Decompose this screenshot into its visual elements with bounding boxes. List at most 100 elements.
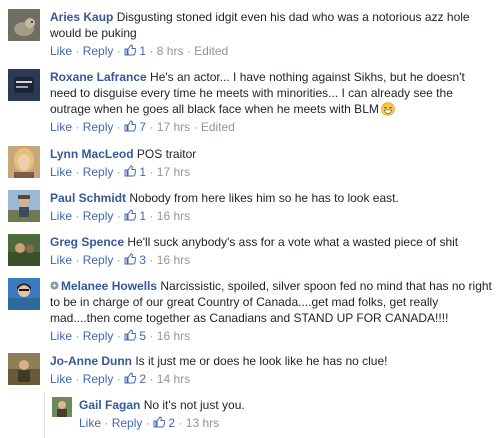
reply-button[interactable]: Reply: [83, 120, 114, 134]
comment: Melanee Howells Narcissistic, spoiled, s…: [8, 278, 493, 344]
thumbs-up-icon[interactable]: [124, 165, 137, 177]
separator: ·: [186, 44, 191, 58]
reply-button[interactable]: Reply: [83, 44, 114, 58]
comment-actions: Like · Reply · 5 · 16 hrs: [50, 328, 493, 344]
comment: Aries Kaup Disgusting stoned idgit even …: [8, 9, 493, 59]
like-button[interactable]: Like: [50, 329, 72, 343]
like-button[interactable]: Like: [50, 253, 72, 267]
reply-button[interactable]: Reply: [112, 416, 143, 430]
like-button[interactable]: Like: [50, 44, 72, 58]
reply-comment: Gail Fagan No it's not just you. Like · …: [52, 397, 493, 431]
avatar[interactable]: [8, 278, 40, 310]
like-count[interactable]: 1: [139, 44, 146, 58]
thumbs-up-icon[interactable]: [124, 372, 137, 384]
timestamp[interactable]: 14 hrs: [157, 372, 190, 386]
commenter-name[interactable]: Lynn MacLeod: [50, 147, 134, 161]
separator: ·: [75, 253, 80, 267]
separator: ·: [104, 416, 109, 430]
like-count[interactable]: 1: [139, 209, 146, 223]
timestamp[interactable]: 13 hrs: [186, 416, 219, 430]
like-button[interactable]: Like: [79, 416, 101, 430]
like-count[interactable]: 5: [139, 329, 146, 343]
comment-actions: Like · Reply · 1 · 8 hrs · Edited: [50, 43, 493, 59]
separator: ·: [149, 253, 154, 267]
commenter-name[interactable]: Jo-Anne Dunn: [50, 354, 132, 368]
comment: Jo-Anne Dunn Is it just me or does he lo…: [8, 353, 493, 387]
like-count[interactable]: 7: [139, 120, 146, 134]
comment-text: Disgusting stoned idgit even his dad who…: [50, 10, 470, 40]
comment: Paul Schmidt Nobody from here likes him …: [8, 190, 493, 224]
timestamp[interactable]: 16 hrs: [157, 329, 190, 343]
separator: ·: [149, 120, 154, 134]
separator: ·: [75, 165, 80, 179]
comment-actions: Like · Reply · 7 · 17 hrs · Edited: [50, 119, 493, 135]
thumbs-up-icon[interactable]: [124, 209, 137, 221]
commenter-name[interactable]: Gail Fagan: [79, 398, 140, 412]
like-count[interactable]: 1: [139, 165, 146, 179]
commenter-name[interactable]: Aries Kaup: [50, 10, 113, 24]
timestamp[interactable]: 8 hrs: [157, 44, 184, 58]
comment: Roxane Lafrance He's an actor... I have …: [8, 69, 493, 135]
separator: ·: [149, 209, 154, 223]
comment-actions: Like · Reply · 2 · 14 hrs: [50, 371, 493, 387]
timestamp[interactable]: 16 hrs: [157, 253, 190, 267]
separator: ·: [116, 372, 121, 386]
edited-label[interactable]: Edited: [201, 120, 235, 134]
separator: ·: [75, 372, 80, 386]
like-count[interactable]: 2: [168, 416, 175, 430]
follow-icon: [50, 278, 59, 290]
thumbs-up-icon[interactable]: [124, 44, 137, 56]
thumbs-up-icon[interactable]: [124, 329, 137, 341]
reply-button[interactable]: Reply: [83, 165, 114, 179]
edited-label[interactable]: Edited: [194, 44, 228, 58]
reply-button[interactable]: Reply: [83, 253, 114, 267]
avatar[interactable]: [8, 234, 40, 266]
like-button[interactable]: Like: [50, 165, 72, 179]
timestamp[interactable]: 17 hrs: [157, 165, 190, 179]
like-button[interactable]: Like: [50, 120, 72, 134]
avatar[interactable]: [8, 353, 40, 385]
comment-actions: Like · Reply · 2 · 13 hrs: [79, 415, 493, 431]
comment-actions: Like · Reply · 1 · 17 hrs: [50, 164, 493, 180]
like-count[interactable]: 3: [139, 253, 146, 267]
reply-button[interactable]: Reply: [83, 209, 114, 223]
avatar[interactable]: [8, 146, 40, 178]
grinning-sweat-emoji-icon: [381, 102, 395, 116]
separator: ·: [145, 416, 150, 430]
comment: Greg Spence He'll suck anybody's ass for…: [8, 234, 493, 268]
reply-thread-line: [44, 393, 45, 438]
separator: ·: [149, 165, 154, 179]
timestamp[interactable]: 17 hrs: [157, 120, 190, 134]
like-button[interactable]: Like: [50, 209, 72, 223]
avatar[interactable]: [52, 397, 72, 417]
comment-text: He'll suck anybody's ass for a vote what…: [127, 235, 459, 249]
separator: ·: [149, 44, 154, 58]
thumbs-up-icon[interactable]: [124, 120, 137, 132]
comment-actions: Like · Reply · 1 · 16 hrs: [50, 208, 493, 224]
separator: ·: [178, 416, 183, 430]
thumbs-up-icon[interactable]: [153, 416, 166, 428]
reply-button[interactable]: Reply: [83, 372, 114, 386]
commenter-name[interactable]: Melanee Howells: [61, 279, 157, 293]
separator: ·: [116, 165, 121, 179]
commenter-name[interactable]: Paul Schmidt: [50, 191, 126, 205]
separator: ·: [116, 44, 121, 58]
separator: ·: [116, 329, 121, 343]
comment-actions: Like · Reply · 3 · 16 hrs: [50, 252, 493, 268]
like-button[interactable]: Like: [50, 372, 72, 386]
reply-button[interactable]: Reply: [83, 329, 114, 343]
commenter-name[interactable]: Roxane Lafrance: [50, 70, 147, 84]
comment-text: Nobody from here likes him so he has to …: [129, 191, 399, 205]
thumbs-up-icon[interactable]: [124, 253, 137, 265]
comment: Lynn MacLeod POS traitor Like · Reply · …: [8, 146, 493, 180]
avatar[interactable]: [8, 9, 40, 41]
like-count[interactable]: 2: [139, 372, 146, 386]
separator: ·: [116, 253, 121, 267]
separator: ·: [149, 372, 154, 386]
avatar[interactable]: [8, 190, 40, 222]
commenter-name[interactable]: Greg Spence: [50, 235, 124, 249]
timestamp[interactable]: 16 hrs: [157, 209, 190, 223]
avatar[interactable]: [8, 69, 40, 101]
separator: ·: [75, 329, 80, 343]
comment-text: Is it just me or does he look like he ha…: [135, 354, 388, 368]
